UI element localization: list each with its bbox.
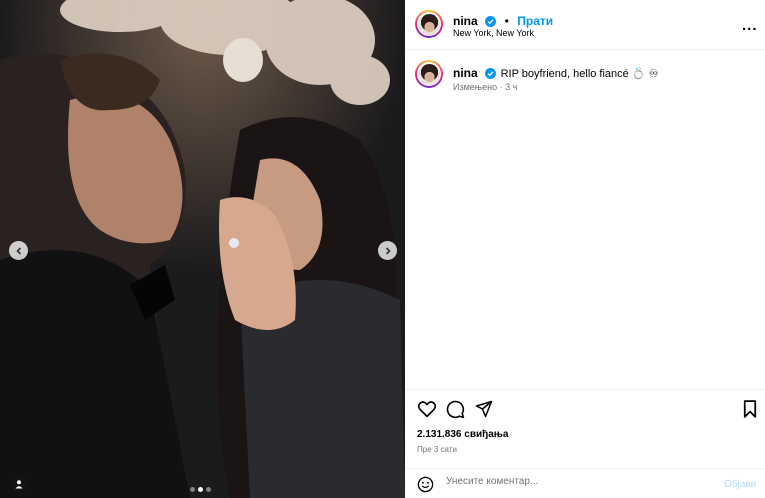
bookmark-icon[interactable] (743, 400, 757, 418)
post-photo[interactable] (0, 0, 405, 498)
post-comment-button[interactable]: Објави (724, 479, 756, 490)
carousel-dot (190, 487, 195, 492)
heart-icon[interactable] (417, 400, 437, 418)
author-avatar[interactable] (415, 10, 443, 38)
couple-photo (0, 0, 405, 498)
author-username[interactable]: nina (453, 14, 478, 28)
carousel-dot (198, 487, 203, 492)
emoji-icon[interactable] (417, 476, 434, 493)
comment-bar: Објави (405, 468, 765, 498)
caption-meta: Измењено · 3 ч (453, 82, 518, 92)
user-tag-icon (15, 480, 23, 489)
user-tag-button[interactable] (10, 475, 28, 493)
follow-button[interactable]: Прати (517, 14, 553, 28)
more-options-button[interactable]: ... (742, 17, 758, 34)
carousel-next-button[interactable] (378, 241, 397, 260)
chevron-right-icon (385, 246, 391, 255)
share-icon[interactable] (475, 400, 493, 418)
caption-line: nina RIP boyfriend, hello fiancé 💍 ♾ (453, 64, 658, 82)
comment-input[interactable] (446, 476, 706, 487)
comment-icon[interactable] (446, 400, 465, 419)
caption-username[interactable]: nina (453, 66, 478, 80)
verified-icon (485, 68, 497, 79)
post-header: nina • Прати New York, New York ... (405, 0, 765, 50)
caption-text: RIP boyfriend, hello fiancé 💍 ♾ (500, 68, 659, 80)
post-location[interactable]: New York, New York (453, 28, 534, 38)
likes-count[interactable]: 2.131.836 свиђања (417, 429, 508, 440)
post-sidebar: nina • Прати New York, New York ... nina… (405, 0, 765, 498)
carousel-dot (206, 487, 211, 492)
verified-icon (485, 16, 497, 27)
caption-avatar[interactable] (415, 60, 443, 88)
chevron-left-icon (15, 246, 21, 255)
carousel-prev-button[interactable] (9, 241, 28, 260)
header-separator: • (504, 14, 509, 28)
carousel-dots (190, 487, 211, 492)
post-time[interactable]: Пре 3 сати (417, 445, 457, 454)
